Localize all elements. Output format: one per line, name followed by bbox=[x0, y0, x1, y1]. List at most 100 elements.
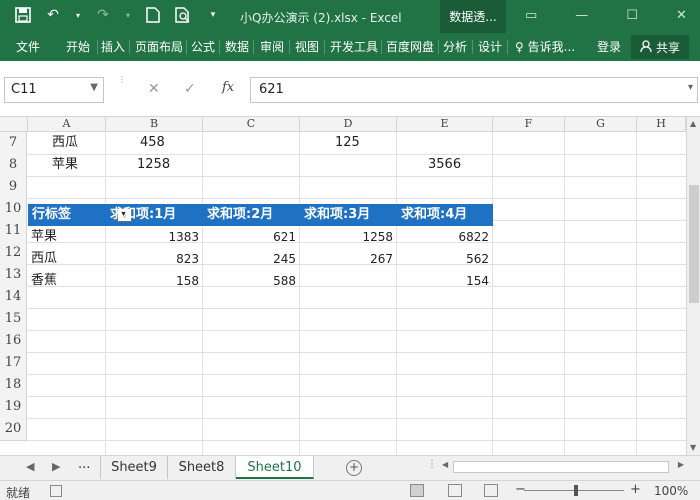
select-all-corner[interactable] bbox=[0, 117, 28, 132]
pivot-tools-tab[interactable]: 数据透... bbox=[440, 0, 506, 33]
scroll-left-icon[interactable]: ◀ bbox=[442, 460, 448, 469]
formula-input[interactable]: 621 ▾ bbox=[250, 77, 698, 103]
print-preview-icon[interactable] bbox=[174, 6, 192, 24]
tab-data[interactable]: 数据 bbox=[225, 38, 249, 55]
tab-home[interactable]: 开始 bbox=[66, 38, 90, 55]
chevron-down-icon[interactable]: ▼ bbox=[90, 82, 98, 93]
prev-sheet-icon[interactable]: ◀ bbox=[26, 460, 34, 473]
tab-analyze[interactable]: 分析 bbox=[443, 38, 467, 55]
row-header-9[interactable]: 9 bbox=[0, 176, 27, 199]
vertical-scroll-thumb[interactable] bbox=[689, 185, 699, 303]
column-header-d[interactable]: D bbox=[300, 117, 397, 132]
pivot-cell[interactable]: 267 bbox=[300, 248, 397, 270]
share-button[interactable]: 共享 bbox=[631, 35, 689, 59]
pivot-cell[interactable]: 6822 bbox=[397, 226, 493, 248]
row-header-16[interactable]: 16 bbox=[0, 330, 27, 353]
column-header-f[interactable]: F bbox=[493, 117, 565, 132]
tab-page-layout[interactable]: 页面布局 bbox=[135, 38, 183, 55]
enter-icon[interactable]: ✓ bbox=[184, 81, 196, 97]
column-header-h[interactable]: H bbox=[637, 117, 686, 132]
column-header-b[interactable]: B bbox=[106, 117, 203, 132]
normal-view-icon[interactable] bbox=[410, 484, 424, 497]
tab-design[interactable]: 设计 bbox=[478, 38, 502, 55]
scroll-up-icon[interactable]: ▲ bbox=[690, 119, 696, 128]
column-header-c[interactable]: C bbox=[203, 117, 300, 132]
row-header-19[interactable]: 19 bbox=[0, 396, 27, 419]
row-header-10[interactable]: 10 bbox=[0, 198, 27, 221]
ribbon-display-icon[interactable]: ▭ bbox=[525, 8, 537, 23]
sheet-tab-sheet9[interactable]: Sheet9 bbox=[100, 456, 168, 479]
row-header-17[interactable]: 17 bbox=[0, 352, 27, 375]
redo-icon[interactable]: ↷ bbox=[94, 6, 112, 24]
pivot-cell[interactable]: 1383 bbox=[106, 226, 203, 248]
sheet-tab-sheet10[interactable]: Sheet10 bbox=[236, 456, 314, 479]
pivot-cell[interactable]: 154 bbox=[397, 270, 493, 292]
cancel-icon[interactable]: ✕ bbox=[148, 81, 160, 97]
cell-d7[interactable]: 125 bbox=[335, 132, 360, 154]
minimize-icon[interactable]: — bbox=[575, 8, 588, 23]
close-icon[interactable]: ✕ bbox=[676, 8, 687, 23]
worksheet-grid[interactable]: A B C D E F G H 7 8 9 10 11 12 13 14 15 … bbox=[0, 117, 686, 455]
column-header-a[interactable]: A bbox=[28, 117, 106, 132]
insert-function-icon[interactable]: fx bbox=[222, 80, 234, 95]
pivot-row-label[interactable]: 西瓜 bbox=[31, 248, 57, 270]
new-file-icon[interactable] bbox=[144, 6, 162, 24]
pivot-header-jan[interactable]: 求和项:1月 bbox=[110, 204, 176, 226]
row-header-18[interactable]: 18 bbox=[0, 374, 27, 397]
page-layout-view-icon[interactable] bbox=[448, 484, 462, 497]
tab-view[interactable]: 视图 bbox=[295, 38, 319, 55]
row-header-20[interactable]: 20 bbox=[0, 418, 27, 441]
more-sheets-button[interactable]: ... bbox=[78, 457, 90, 472]
pivot-row-labels-header[interactable]: 行标签 bbox=[32, 204, 71, 226]
tab-formulas[interactable]: 公式 bbox=[191, 38, 215, 55]
row-header-13[interactable]: 13 bbox=[0, 264, 27, 287]
cell-a8[interactable]: 苹果 bbox=[52, 154, 78, 176]
next-sheet-icon[interactable]: ▶ bbox=[52, 460, 60, 473]
expand-formula-icon[interactable]: ▾ bbox=[688, 82, 693, 93]
save-icon[interactable] bbox=[14, 6, 32, 24]
scroll-right-icon[interactable]: ▶ bbox=[678, 460, 684, 469]
pivot-header-mar[interactable]: 求和项:3月 bbox=[304, 204, 370, 226]
pivot-header-feb[interactable]: 求和项:2月 bbox=[207, 204, 273, 226]
horizontal-scroll-thumb[interactable] bbox=[453, 461, 669, 473]
row-header-7[interactable]: 7 bbox=[0, 132, 27, 155]
zoom-level[interactable]: 100% bbox=[654, 484, 688, 498]
customize-toolbar-icon[interactable]: ▾ bbox=[204, 6, 222, 24]
redo-dropdown-icon[interactable]: ▾ bbox=[124, 6, 132, 24]
page-break-preview-icon[interactable] bbox=[484, 484, 498, 497]
pivot-cell[interactable]: 588 bbox=[203, 270, 300, 292]
row-header-14[interactable]: 14 bbox=[0, 286, 27, 309]
column-header-g[interactable]: G bbox=[565, 117, 637, 132]
horizontal-scrollbar[interactable]: ◀ ▶ bbox=[440, 460, 686, 474]
pivot-cell[interactable]: 562 bbox=[397, 248, 493, 270]
pivot-row-label[interactable]: 香蕉 bbox=[31, 270, 57, 292]
undo-dropdown-icon[interactable]: ▾ bbox=[74, 6, 82, 24]
pivot-row-label[interactable]: 苹果 bbox=[31, 226, 57, 248]
pivot-cell[interactable]: 245 bbox=[203, 248, 300, 270]
row-header-12[interactable]: 12 bbox=[0, 242, 27, 265]
tell-me-box[interactable]: ♀ 告诉我... bbox=[515, 38, 575, 55]
pivot-cell[interactable] bbox=[300, 270, 397, 292]
tab-file[interactable]: 文件 bbox=[16, 38, 40, 55]
maximize-icon[interactable]: ☐ bbox=[626, 8, 638, 23]
macro-record-icon[interactable] bbox=[50, 485, 62, 497]
column-header-e[interactable]: E bbox=[397, 117, 493, 132]
tab-developer[interactable]: 开发工具 bbox=[330, 38, 378, 55]
cell-e8[interactable]: 3566 bbox=[428, 154, 461, 176]
add-sheet-icon[interactable]: + bbox=[346, 460, 362, 476]
row-header-15[interactable]: 15 bbox=[0, 308, 27, 331]
name-box[interactable]: C11 ▼ bbox=[4, 77, 104, 103]
zoom-slider-knob[interactable] bbox=[574, 485, 578, 496]
cell-b8[interactable]: 1258 bbox=[137, 154, 170, 176]
sheet-tab-sheet8[interactable]: Sheet8 bbox=[168, 456, 236, 479]
tab-split-grip-icon[interactable]: ⋮ bbox=[427, 459, 437, 470]
row-header-11[interactable]: 11 bbox=[0, 220, 27, 243]
vertical-scrollbar[interactable]: ▲ ▼ bbox=[686, 117, 700, 455]
pivot-header-apr[interactable]: 求和项:4月 bbox=[401, 204, 467, 226]
tab-insert[interactable]: 插入 bbox=[101, 38, 125, 55]
pivot-cell[interactable]: 158 bbox=[106, 270, 203, 292]
pivot-cell[interactable]: 1258 bbox=[300, 226, 397, 248]
undo-icon[interactable]: ↶ bbox=[44, 6, 62, 24]
cell-a7[interactable]: 西瓜 bbox=[52, 132, 78, 154]
scroll-down-icon[interactable]: ▼ bbox=[690, 443, 696, 452]
